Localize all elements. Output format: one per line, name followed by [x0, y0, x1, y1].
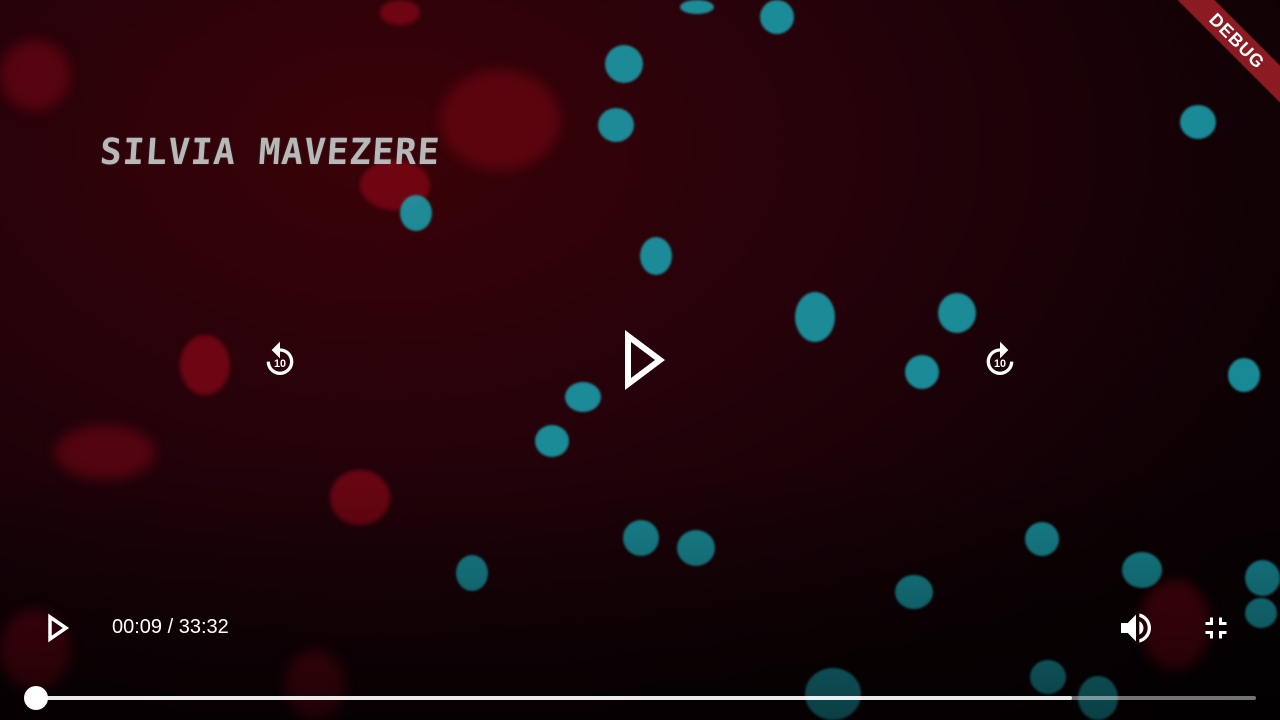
volume-button[interactable] [1114, 606, 1158, 650]
buffered-bar [30, 696, 1073, 700]
time-display: 00:09 / 33:32 [112, 616, 229, 638]
play-icon [46, 613, 70, 643]
rewind-10-button[interactable]: 10 [258, 338, 302, 382]
forward-10-button[interactable]: 10 [978, 338, 1022, 382]
rewind-seconds-label: 10 [274, 358, 286, 370]
progress-bar[interactable] [30, 696, 1256, 700]
debug-banner: DEBUG [1167, 0, 1280, 111]
fullscreen-exit-icon [1198, 610, 1234, 646]
controls-shade [0, 460, 1280, 720]
video-player[interactable]: SILVIA MAVEZERE 10 10 00:09 / 33:32 DEBU… [0, 0, 1280, 720]
video-title-overlay: SILVIA MAVEZERE [98, 132, 442, 173]
forward-10-icon: 10 [980, 340, 1020, 380]
replay-10-icon: 10 [260, 340, 300, 380]
exit-fullscreen-button[interactable] [1194, 606, 1238, 650]
forward-seconds-label: 10 [994, 358, 1006, 370]
volume-up-icon [1116, 608, 1156, 648]
bottom-play-button[interactable] [38, 608, 78, 648]
center-play-button[interactable] [612, 328, 676, 392]
progress-thumb[interactable] [23, 686, 48, 710]
play-icon [620, 330, 668, 390]
